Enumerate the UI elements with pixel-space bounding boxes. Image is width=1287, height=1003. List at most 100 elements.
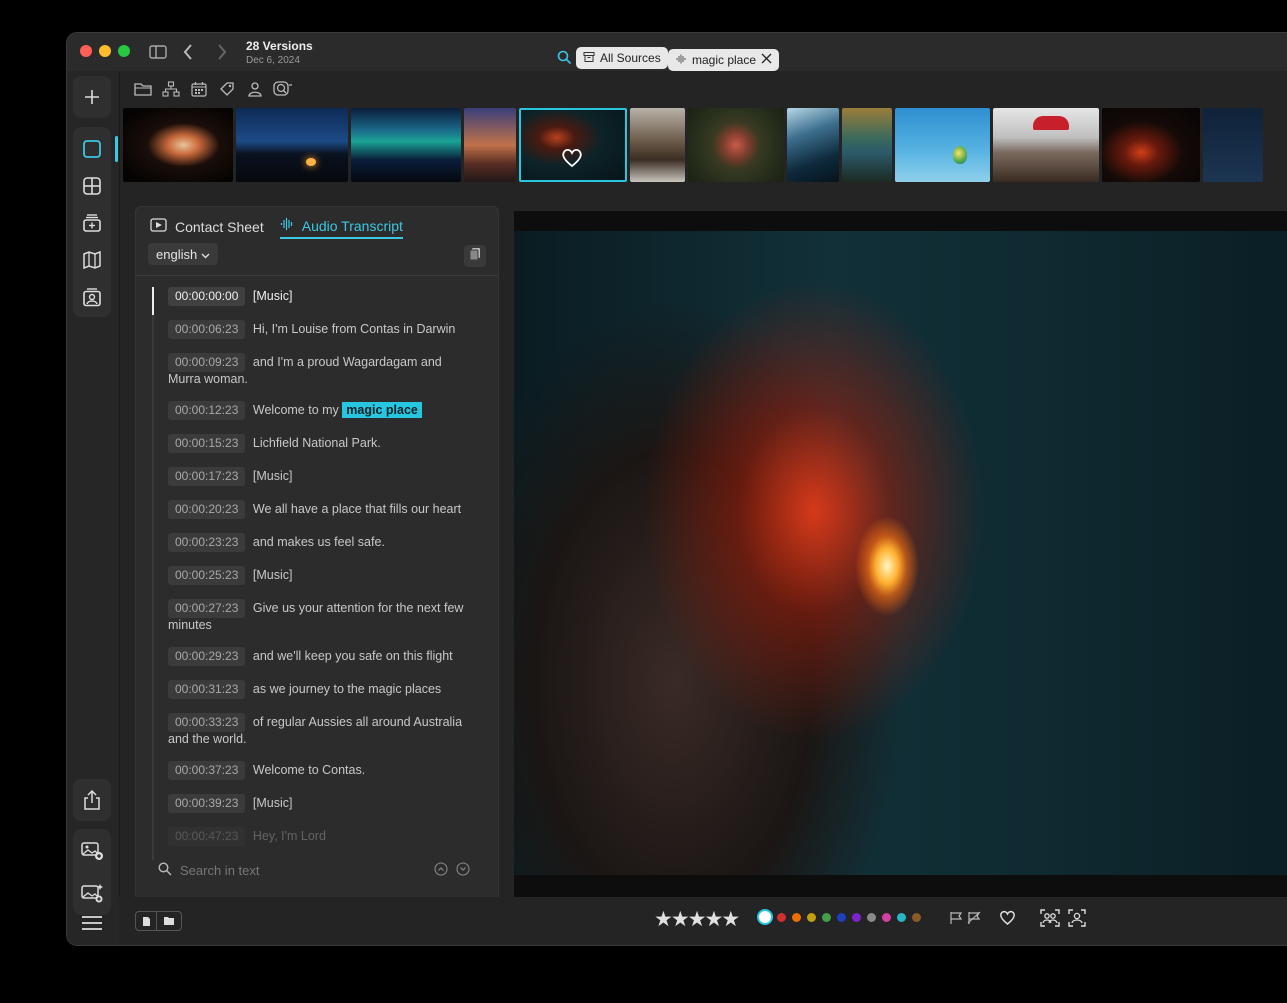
tab-audio-transcript[interactable]: Audio Transcript: [279, 217, 403, 239]
star-icon[interactable]: ★: [671, 908, 690, 931]
timestamp[interactable]: 00:00:15:23: [168, 434, 246, 453]
remove-token-icon[interactable]: [761, 53, 772, 67]
timestamp[interactable]: 00:00:39:23: [168, 794, 246, 813]
color-label-dot[interactable]: [807, 912, 816, 922]
color-label-dot[interactable]: [777, 912, 786, 922]
menu-icon[interactable]: [73, 905, 111, 941]
folder-icon[interactable]: [157, 912, 181, 930]
thumbnail[interactable]: [236, 108, 348, 182]
thumbnail[interactable]: [688, 108, 784, 182]
plus-icon[interactable]: [73, 79, 111, 115]
timestamp[interactable]: 00:00:31:23: [168, 680, 246, 699]
folder-icon[interactable]: [133, 79, 153, 99]
timestamp[interactable]: 00:00:33:23: [168, 713, 246, 732]
transcript-line[interactable]: 00:00:20:23 We all have a place that fil…: [168, 500, 468, 519]
timestamp[interactable]: 00:00:27:23: [168, 599, 246, 618]
main-image-viewer[interactable]: [514, 211, 1287, 901]
color-label-dot[interactable]: [822, 912, 831, 922]
timestamp[interactable]: 00:00:47:23: [168, 827, 246, 846]
thumbnail[interactable]: [1203, 108, 1263, 182]
map-icon[interactable]: [73, 242, 111, 278]
close-window-button[interactable]: [80, 45, 92, 57]
stack-add-icon[interactable]: [73, 205, 111, 241]
thumbnail-selected[interactable]: [519, 108, 627, 182]
reject-flag-icon[interactable]: [967, 911, 981, 930]
color-label-dot[interactable]: [867, 912, 876, 922]
color-label-dot[interactable]: [792, 912, 801, 922]
transcript-line[interactable]: 00:00:09:23 and I'm a proud Wagardagam a…: [168, 353, 468, 387]
thumbnail[interactable]: [787, 108, 839, 182]
transcript-line[interactable]: 00:00:12:23 Welcome to my magic place: [168, 401, 468, 420]
transcript-line[interactable]: 00:00:47:23 Hey, I'm Lord: [168, 827, 468, 846]
favorite-heart-icon[interactable]: [561, 148, 583, 173]
timestamp[interactable]: 00:00:00:00: [168, 287, 246, 306]
transcript-line[interactable]: 00:00:27:23 Give us your attention for t…: [168, 599, 468, 633]
thumbnail[interactable]: [351, 108, 461, 182]
color-label-dot[interactable]: [852, 912, 861, 922]
transcript-line[interactable]: 00:00:15:23 Lichfield National Park.: [168, 434, 468, 453]
previous-match-icon[interactable]: [434, 861, 448, 879]
timestamp[interactable]: 00:00:23:23: [168, 533, 246, 552]
color-label-dot-selected[interactable]: [759, 911, 771, 923]
transcript-line[interactable]: 00:00:17:23 [Music]: [168, 467, 468, 486]
heart-icon[interactable]: [999, 910, 1016, 930]
thumbnail[interactable]: [993, 108, 1099, 182]
transcript-line[interactable]: 00:00:25:23 [Music]: [168, 566, 468, 585]
thumbnail[interactable]: [630, 108, 685, 182]
transcript-line[interactable]: 00:00:31:23 as we journey to the magic p…: [168, 680, 468, 699]
face-group-icon[interactable]: [1040, 909, 1060, 932]
timestamp[interactable]: 00:00:25:23: [168, 566, 246, 585]
thumbnail[interactable]: [123, 108, 233, 182]
all-sources-token[interactable]: All Sources: [576, 47, 668, 69]
transcript-line[interactable]: 00:00:37:23 Welcome to Contas.: [168, 761, 468, 780]
tag-icon[interactable]: [217, 79, 237, 99]
star-icon[interactable]: ★: [721, 908, 740, 931]
transcript-line[interactable]: 00:00:06:23 Hi, I'm Louise from Contas i…: [168, 320, 468, 339]
transcript-line[interactable]: 00:00:00:00 [Music]: [168, 287, 468, 306]
timestamp[interactable]: 00:00:06:23: [168, 320, 246, 339]
sidebar-toggle-icon[interactable]: [147, 41, 169, 63]
color-label-dot[interactable]: [837, 912, 846, 922]
color-label-dot[interactable]: [912, 912, 921, 922]
transcript-line[interactable]: 00:00:29:23 and we'll keep you safe on t…: [168, 647, 468, 666]
search-icon[interactable]: [553, 46, 575, 68]
transcript-line[interactable]: 00:00:23:23 and makes us feel safe.: [168, 533, 468, 552]
add-photo-icon[interactable]: [73, 833, 111, 869]
timestamp[interactable]: 00:00:29:23: [168, 647, 246, 666]
star-icon[interactable]: ★: [688, 908, 707, 931]
next-match-icon[interactable]: [456, 861, 470, 879]
minimize-window-button[interactable]: [99, 45, 111, 57]
thumbnail[interactable]: [895, 108, 990, 182]
timestamp[interactable]: 00:00:09:23: [168, 353, 246, 372]
face-album-icon[interactable]: [73, 279, 111, 315]
thumbnail[interactable]: [1102, 108, 1200, 182]
face-detect-icon[interactable]: [1068, 909, 1086, 932]
share-icon[interactable]: [73, 782, 111, 818]
hierarchy-icon[interactable]: [161, 79, 181, 99]
language-dropdown[interactable]: english: [148, 243, 219, 265]
document-icon[interactable]: [136, 912, 157, 930]
thumbnail[interactable]: [464, 108, 516, 182]
timestamp[interactable]: 00:00:20:23: [168, 500, 246, 519]
transcript-line[interactable]: 00:00:39:23 [Music]: [168, 794, 468, 813]
search-query-token[interactable]: magic place: [668, 49, 780, 71]
single-view-icon[interactable]: [73, 131, 111, 167]
transcript-line[interactable]: 00:00:33:23 of regular Aussies all aroun…: [168, 713, 468, 747]
copy-transcript-button[interactable]: [464, 245, 486, 267]
tab-contact-sheet[interactable]: Contact Sheet: [150, 217, 264, 239]
transcript-search-input[interactable]: Search in text: [180, 863, 426, 878]
flag-icon[interactable]: [949, 911, 963, 930]
timestamp[interactable]: 00:00:12:23: [168, 401, 246, 420]
face-search-icon[interactable]: [273, 79, 293, 99]
star-icon[interactable]: ★: [704, 908, 723, 931]
grid-view-icon[interactable]: [73, 168, 111, 204]
timestamp[interactable]: 00:00:17:23: [168, 467, 246, 486]
person-icon[interactable]: [245, 79, 265, 99]
timestamp[interactable]: 00:00:37:23: [168, 761, 246, 780]
color-label-dot[interactable]: [897, 912, 906, 922]
calendar-icon[interactable]: [189, 79, 209, 99]
forward-chevron-icon[interactable]: [211, 41, 233, 63]
star-rating[interactable]: ★★★★★: [654, 907, 740, 932]
star-icon[interactable]: ★: [654, 908, 673, 931]
color-label-dot[interactable]: [882, 912, 891, 922]
